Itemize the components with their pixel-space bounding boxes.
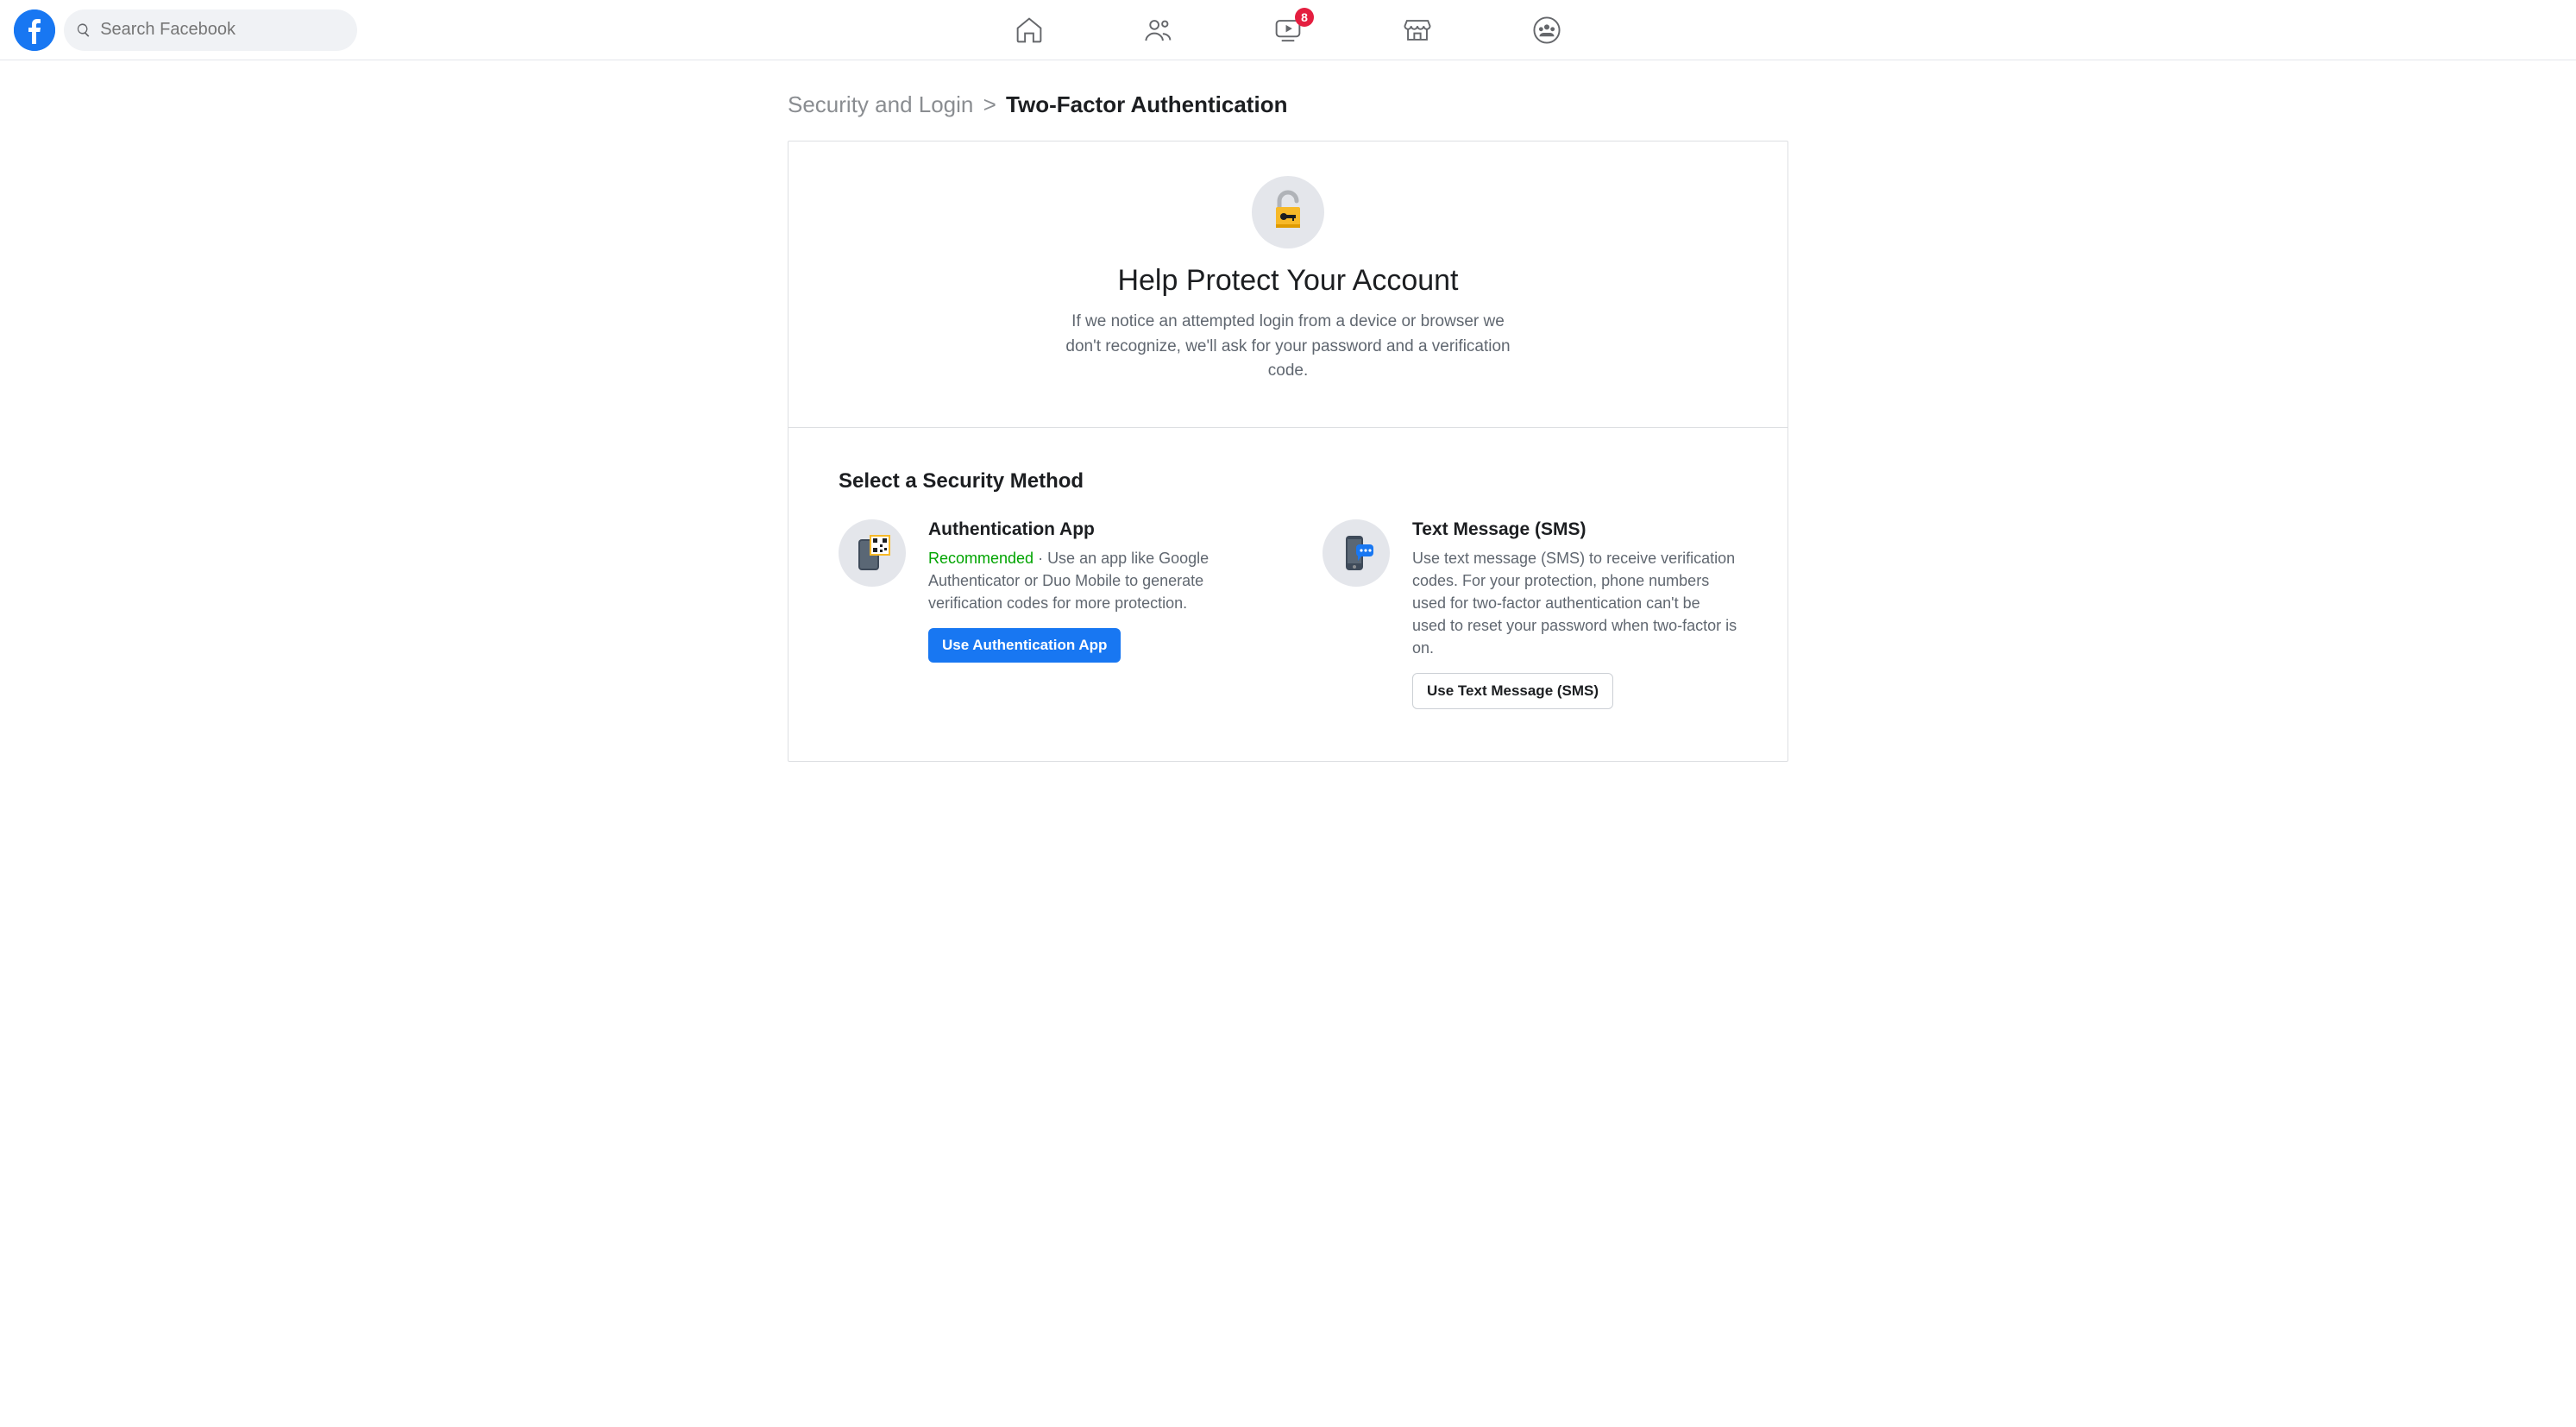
nav-marketplace[interactable] <box>1400 13 1435 47</box>
two-factor-card: Help Protect Your Account If we notice a… <box>788 141 1788 762</box>
marketplace-icon <box>1403 16 1432 45</box>
nav-watch[interactable]: 8 <box>1271 13 1305 47</box>
nav-home[interactable] <box>1012 13 1046 47</box>
use-auth-app-button[interactable]: Use Authentication App <box>928 628 1121 663</box>
nav-friends[interactable] <box>1141 13 1176 47</box>
page-content: Security and Login > Two-Factor Authenti… <box>788 60 1788 762</box>
methods-section: Select a Security Method <box>789 428 1787 761</box>
auth-app-description: Recommended · Use an app like Google Aut… <box>928 547 1253 614</box>
desc-separator: · <box>1034 550 1047 567</box>
groups-icon <box>1532 16 1561 45</box>
auth-app-icon <box>839 519 906 587</box>
breadcrumb-current: Two-Factor Authentication <box>1006 91 1287 117</box>
search-input[interactable] <box>100 20 345 40</box>
hero-description: If we notice an attempted login from a d… <box>1064 310 1512 384</box>
hero-title: Help Protect Your Account <box>814 264 1762 298</box>
breadcrumb-parent[interactable]: Security and Login <box>788 91 973 117</box>
hero-section: Help Protect Your Account If we notice a… <box>789 141 1787 428</box>
friends-icon <box>1144 16 1173 45</box>
method-auth-app: Authentication App Recommended · Use an … <box>839 519 1253 709</box>
breadcrumb: Security and Login > Two-Factor Authenti… <box>788 86 1788 141</box>
use-sms-button[interactable]: Use Text Message (SMS) <box>1412 673 1613 709</box>
facebook-logo[interactable] <box>14 9 55 51</box>
section-title: Select a Security Method <box>839 469 1737 493</box>
sms-icon <box>1323 519 1390 587</box>
top-nav: 8 <box>0 0 2576 60</box>
auth-app-title: Authentication App <box>928 519 1253 540</box>
sms-description: Use text message (SMS) to receive verifi… <box>1412 547 1737 659</box>
nav-groups[interactable] <box>1530 13 1564 47</box>
lock-key-icon <box>1252 176 1324 248</box>
breadcrumb-separator: > <box>980 91 1000 117</box>
center-nav: 8 <box>1012 0 1564 60</box>
search-icon <box>76 22 91 39</box>
watch-badge: 8 <box>1295 8 1314 27</box>
method-sms: Text Message (SMS) Use text message (SMS… <box>1323 519 1737 709</box>
sms-title: Text Message (SMS) <box>1412 519 1737 540</box>
facebook-logo-icon <box>14 9 55 51</box>
search-field[interactable] <box>64 9 357 51</box>
home-icon <box>1015 16 1044 45</box>
recommended-label: Recommended <box>928 550 1034 567</box>
